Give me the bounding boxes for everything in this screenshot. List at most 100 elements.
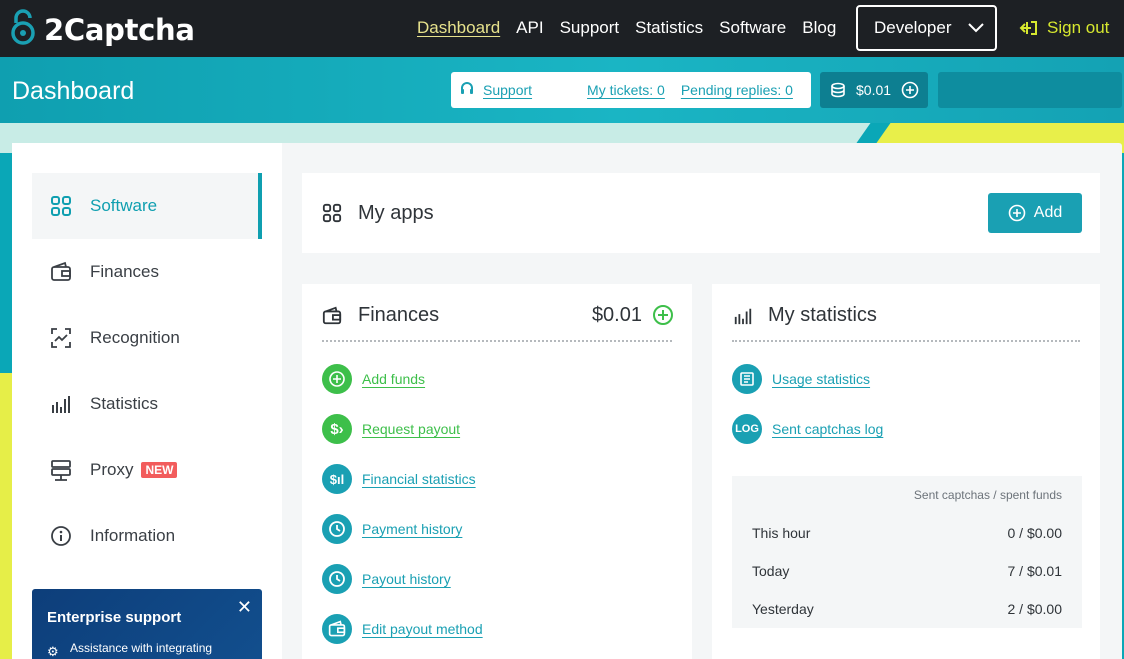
nav-statistics[interactable]: Statistics bbox=[635, 18, 703, 38]
nav-dashboard[interactable]: Dashboard bbox=[417, 18, 500, 38]
finances-balance: $0.01 bbox=[591, 304, 642, 326]
add-app-button[interactable]: Add bbox=[988, 193, 1082, 233]
headset-icon bbox=[459, 81, 475, 100]
top-navbar: 2Captcha Dashboard API Support Statistic… bbox=[0, 0, 1124, 57]
link-label: Sent captchas log bbox=[772, 421, 884, 437]
sidebar-item-information[interactable]: Information bbox=[32, 503, 262, 569]
nav-software[interactable]: Software bbox=[719, 18, 786, 38]
main-nav: Dashboard API Support Statistics Softwar… bbox=[417, 18, 852, 38]
period-label: This hour bbox=[752, 525, 811, 541]
table-header: Sent captchas / spent funds bbox=[913, 488, 1062, 502]
finances-card: Finances $0.01 Add funds $› Request payo… bbox=[302, 284, 692, 659]
add-circle-icon[interactable] bbox=[901, 81, 919, 99]
table-row: Yesterday 2 / $0.00 bbox=[752, 601, 1062, 617]
financial-statistics-link[interactable]: $ıl Financial statistics bbox=[322, 464, 476, 494]
period-label: Yesterday bbox=[752, 601, 814, 617]
support-link[interactable]: Support bbox=[483, 82, 532, 98]
info-icon bbox=[51, 526, 71, 546]
sidebar-item-software[interactable]: Software bbox=[32, 173, 262, 239]
link-label: Financial statistics bbox=[362, 471, 476, 487]
new-badge: NEW bbox=[141, 462, 178, 478]
dollar-chart-icon: $ıl bbox=[322, 464, 352, 494]
sidebar-item-label: Finances bbox=[90, 262, 159, 281]
table-row: This hour 0 / $0.00 bbox=[752, 525, 1062, 541]
sidebar-item-label: Statistics bbox=[90, 394, 159, 413]
sidebar: Software Finances Recognition Statistics… bbox=[12, 143, 282, 659]
grid-icon bbox=[51, 196, 71, 216]
server-icon bbox=[51, 460, 71, 481]
sidebar-item-recognition[interactable]: Recognition bbox=[32, 305, 262, 371]
table-row: Today 7 / $0.01 bbox=[752, 563, 1062, 579]
balance-value: $0.01 bbox=[856, 82, 892, 98]
divider bbox=[322, 340, 672, 342]
sidebar-item-statistics[interactable]: Statistics bbox=[32, 371, 262, 437]
my-apps-card: My apps Add bbox=[302, 173, 1100, 253]
link-label: Edit payout method bbox=[362, 621, 483, 637]
sign-out-icon bbox=[1019, 21, 1037, 35]
support-box: Support My tickets: 0 Pending replies: 0 bbox=[451, 72, 811, 108]
pending-replies-link[interactable]: Pending replies: 0 bbox=[681, 82, 793, 98]
usage-icon bbox=[732, 364, 762, 394]
nav-api[interactable]: API bbox=[516, 18, 543, 38]
wallet-icon bbox=[51, 261, 71, 281]
sign-out-button[interactable]: Sign out bbox=[1019, 18, 1109, 38]
request-payout-link[interactable]: $› Request payout bbox=[322, 414, 460, 444]
my-apps-title: My apps bbox=[358, 202, 434, 224]
sidebar-item-finances[interactable]: Finances bbox=[32, 239, 262, 305]
scan-icon bbox=[51, 328, 71, 348]
decorative-stripe bbox=[0, 373, 12, 659]
sidebar-item-label: Proxy bbox=[90, 460, 134, 479]
role-select[interactable]: Developer bbox=[856, 5, 997, 51]
close-icon[interactable]: ✕ bbox=[237, 597, 252, 618]
bar-chart-icon bbox=[52, 396, 70, 413]
sidebar-item-label: Software bbox=[90, 196, 158, 215]
enterprise-subtitle: Assistance with integrating bbox=[70, 641, 213, 655]
divider bbox=[732, 340, 1080, 342]
logo[interactable]: 2Captcha bbox=[10, 9, 195, 50]
header-blank-box bbox=[938, 72, 1122, 108]
dollar-arrow-icon: $› bbox=[322, 414, 352, 444]
period-value: 2 / $0.00 bbox=[1007, 601, 1063, 617]
balance-box[interactable]: $0.01 bbox=[820, 72, 928, 108]
add-funds-circle-icon[interactable] bbox=[652, 304, 674, 326]
my-statistics-title: My statistics bbox=[768, 304, 877, 326]
edit-payout-method-link[interactable]: Edit payout method bbox=[322, 614, 483, 644]
my-tickets-link[interactable]: My tickets: 0 bbox=[587, 82, 665, 98]
gear-icon: ⚙ bbox=[47, 644, 59, 659]
chevron-down-icon bbox=[968, 23, 984, 33]
payout-history-link[interactable]: Payout history bbox=[322, 564, 451, 594]
wallet-icon bbox=[322, 306, 342, 325]
period-value: 7 / $0.01 bbox=[1007, 563, 1063, 579]
enterprise-support-banner[interactable]: Enterprise support ✕ ⚙ Assistance with i… bbox=[32, 589, 262, 659]
add-button-label: Add bbox=[1033, 204, 1063, 221]
coins-icon bbox=[831, 82, 845, 98]
sign-out-label: Sign out bbox=[1047, 18, 1110, 37]
link-label: Request payout bbox=[362, 421, 461, 437]
role-select-value: Developer bbox=[874, 18, 952, 37]
nav-support[interactable]: Support bbox=[560, 18, 620, 38]
sidebar-item-proxy[interactable]: Proxy NEW bbox=[32, 437, 262, 503]
payment-history-link[interactable]: Payment history bbox=[322, 514, 462, 544]
history-icon bbox=[322, 564, 352, 594]
period-value: 0 / $0.00 bbox=[1007, 525, 1063, 541]
history-icon bbox=[322, 514, 352, 544]
enterprise-title: Enterprise support bbox=[47, 609, 182, 626]
sidebar-item-label: Recognition bbox=[90, 328, 180, 347]
link-label: Payout history bbox=[362, 571, 451, 587]
grid-icon bbox=[322, 203, 342, 223]
bar-chart-icon bbox=[734, 308, 752, 325]
period-label: Today bbox=[752, 563, 790, 579]
usage-statistics-link[interactable]: Usage statistics bbox=[732, 364, 870, 394]
sent-captchas-log-link[interactable]: LOG Sent captchas log bbox=[732, 414, 883, 444]
header-band: Dashboard Support My tickets: 0 Pending … bbox=[0, 57, 1124, 123]
logo-text: 2Captcha bbox=[44, 12, 195, 47]
my-statistics-card: My statistics Usage statistics LOG Sent … bbox=[712, 284, 1100, 659]
add-funds-link[interactable]: Add funds bbox=[322, 364, 425, 394]
link-label: Add funds bbox=[362, 371, 426, 387]
link-label: Usage statistics bbox=[772, 371, 871, 387]
nav-blog[interactable]: Blog bbox=[802, 18, 836, 38]
log-icon: LOG bbox=[732, 414, 762, 444]
captcha-stats-table: Sent captchas / spent funds This hour 0 … bbox=[732, 476, 1082, 628]
add-circle-icon bbox=[1008, 204, 1026, 222]
page-title: Dashboard bbox=[12, 77, 135, 105]
